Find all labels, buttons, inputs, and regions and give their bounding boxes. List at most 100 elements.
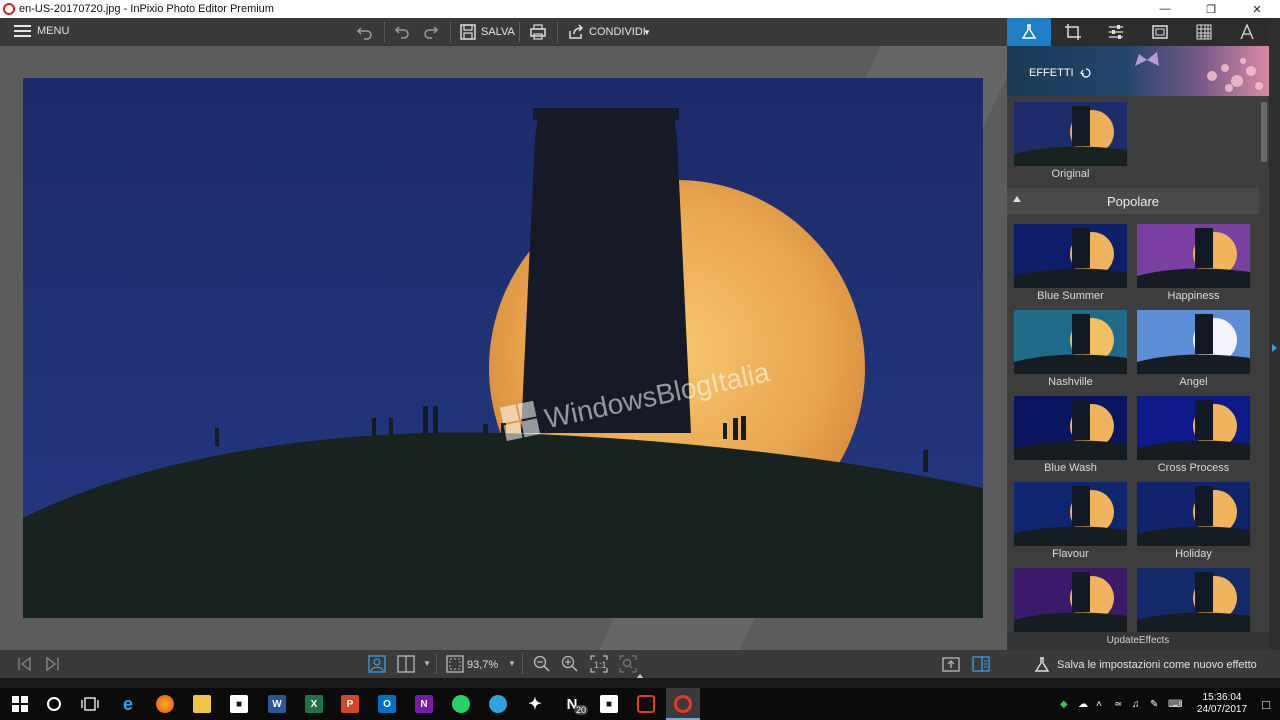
cortana-icon[interactable] xyxy=(46,696,62,712)
action-center-icon[interactable]: □ xyxy=(1252,697,1280,712)
panel-scrollbar[interactable] xyxy=(1259,96,1269,632)
effects-list[interactable]: Original Popolare Blue Summer Happiness Na… xyxy=(1007,96,1269,632)
firefox-icon[interactable] xyxy=(156,695,174,713)
effect-thumb-image xyxy=(1014,224,1127,288)
onenote-icon[interactable]: N xyxy=(415,695,433,713)
store-icon[interactable]: ■ xyxy=(230,695,248,713)
effect-thumb[interactable] xyxy=(1137,396,1250,460)
compare-dropdown-icon[interactable]: ▼ xyxy=(423,659,431,668)
clock-date: 24/07/2017 xyxy=(1196,704,1248,715)
hamburger-icon xyxy=(14,25,31,37)
zoom-fit-icon[interactable] xyxy=(619,655,637,673)
edge-icon[interactable]: e xyxy=(119,694,137,714)
canvas-area[interactable]: WindowsBlogItalia xyxy=(0,46,1020,650)
word-icon[interactable]: W xyxy=(268,695,286,713)
effect-thumb[interactable] xyxy=(1014,396,1127,460)
notification-badge: 20 xyxy=(574,705,589,715)
filmstrip-strip xyxy=(0,678,1280,688)
adjust-icon xyxy=(1109,25,1124,39)
effect-thumb-image xyxy=(1014,396,1127,460)
taskbar-active-app[interactable] xyxy=(666,688,700,720)
export-icon[interactable] xyxy=(942,655,960,673)
effect-thumb[interactable] xyxy=(1137,568,1250,632)
photo-image: WindowsBlogItalia xyxy=(23,78,983,618)
effects-title-label: EFFETTI xyxy=(1029,67,1074,79)
effect-thumb-image xyxy=(1014,568,1127,632)
effect-thumb-original[interactable] xyxy=(1014,102,1127,166)
onedrive-icon[interactable]: ☁ xyxy=(1078,699,1096,710)
zoom-dropdown-icon[interactable]: ▼ xyxy=(508,659,516,668)
tab-text[interactable] xyxy=(1225,18,1269,46)
redo-icon[interactable] xyxy=(422,23,440,41)
menu-button[interactable]: MENU xyxy=(14,25,69,37)
effect-thumb[interactable] xyxy=(1137,482,1250,546)
update-effects-button[interactable]: UpdateEffects xyxy=(1007,632,1269,650)
wifi-icon[interactable]: ≃ xyxy=(1114,699,1132,710)
print-icon[interactable] xyxy=(529,23,547,41)
tab-crop[interactable] xyxy=(1051,18,1095,46)
texture-icon xyxy=(1196,24,1212,40)
telegram-icon[interactable] xyxy=(489,695,507,713)
windows-start-icon[interactable] xyxy=(12,696,28,712)
zoom-out-icon[interactable] xyxy=(533,655,551,673)
fit-screen-icon[interactable] xyxy=(446,655,464,673)
clock[interactable]: 15:36:04 24/07/2017 xyxy=(1192,692,1252,716)
volume-icon[interactable]: ♫ xyxy=(1132,699,1150,710)
undo-all-icon[interactable] xyxy=(356,23,374,41)
reset-icon[interactable] xyxy=(1079,67,1092,79)
security-icon[interactable]: ◆ xyxy=(1060,699,1078,710)
effect-thumb[interactable] xyxy=(1137,224,1250,288)
bottom-divider xyxy=(436,654,437,674)
keyboard-icon[interactable]: ⌨ xyxy=(1168,699,1192,710)
undo-icon[interactable] xyxy=(393,23,411,41)
effect-label: Cross Process xyxy=(1157,462,1230,474)
system-tray: ◆ ☁ ˄ ≃ ♫ ✎ ⌨ 15:36:04 24/07/2017 □ xyxy=(1060,688,1280,720)
outlook-icon[interactable]: O xyxy=(378,695,396,713)
effect-label: Nashville xyxy=(1048,376,1093,388)
actual-size-icon[interactable]: 1:1 xyxy=(590,655,608,673)
save-as-effect-button[interactable]: Salva le impostazioni come nuovo effetto xyxy=(1033,656,1257,674)
effect-thumb[interactable] xyxy=(1014,482,1127,546)
effect-thumb-image xyxy=(1014,310,1127,374)
excel-icon[interactable]: X xyxy=(305,695,323,713)
task-view-icon[interactable] xyxy=(81,696,99,712)
section-popular-label: Popolare xyxy=(1106,193,1160,209)
close-button[interactable]: ✕ xyxy=(1234,0,1280,18)
effect-label: Blue Wash xyxy=(1044,462,1097,474)
collapse-arrow-icon xyxy=(1013,196,1021,202)
single-view-icon[interactable] xyxy=(368,655,386,673)
save-icon xyxy=(460,24,476,40)
next-image-icon[interactable] xyxy=(43,655,61,673)
compare-view-icon[interactable] xyxy=(397,655,415,673)
pen-icon[interactable]: ✎ xyxy=(1150,699,1168,710)
inpixio-icon xyxy=(674,695,692,713)
zoom-in-icon[interactable] xyxy=(561,655,579,673)
tab-textures[interactable] xyxy=(1182,18,1226,46)
slack-icon[interactable]: ✦ xyxy=(526,695,544,713)
effect-label: Angel xyxy=(1179,376,1208,388)
scrollbar-thumb[interactable] xyxy=(1261,102,1267,162)
section-popular[interactable]: Popolare xyxy=(1007,188,1259,214)
whatsapp-icon[interactable] xyxy=(452,695,470,713)
file-explorer-icon[interactable] xyxy=(193,695,211,713)
app-window-icon[interactable]: ■ xyxy=(600,695,618,713)
toggle-panel-icon[interactable] xyxy=(972,655,990,673)
powerpoint-icon[interactable]: P xyxy=(341,695,359,713)
effect-thumb[interactable] xyxy=(1014,568,1127,632)
effect-thumb[interactable] xyxy=(1014,224,1127,288)
minimize-button[interactable]: — xyxy=(1142,0,1188,18)
chevron-up-icon[interactable]: ˄ xyxy=(1096,699,1114,710)
office-icon[interactable] xyxy=(637,695,655,713)
panel-collapse-strip[interactable] xyxy=(1269,18,1280,650)
tab-effects[interactable] xyxy=(1007,18,1051,46)
first-image-icon[interactable] xyxy=(16,655,34,673)
share-dropdown-icon: ▼ xyxy=(643,28,651,37)
effect-thumb[interactable] xyxy=(1014,310,1127,374)
tab-adjust[interactable] xyxy=(1094,18,1138,46)
toolbar-divider xyxy=(450,22,451,42)
flask-icon xyxy=(1034,657,1050,672)
effect-thumb[interactable] xyxy=(1137,310,1250,374)
maximize-button[interactable]: ❐ xyxy=(1188,0,1234,18)
tab-frames[interactable] xyxy=(1138,18,1182,46)
photo-preview[interactable]: WindowsBlogItalia xyxy=(23,78,983,618)
